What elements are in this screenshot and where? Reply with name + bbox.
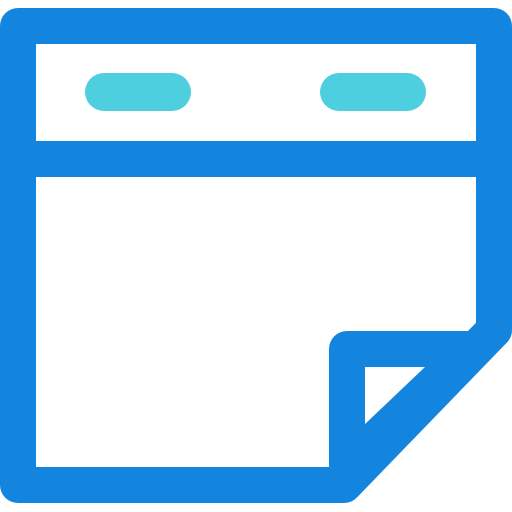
folded-corner <box>329 331 488 484</box>
calendar-sticky-note-icon <box>0 8 512 503</box>
binding-right <box>320 73 426 111</box>
binding-left <box>85 73 191 111</box>
icon-canvas <box>0 0 512 512</box>
